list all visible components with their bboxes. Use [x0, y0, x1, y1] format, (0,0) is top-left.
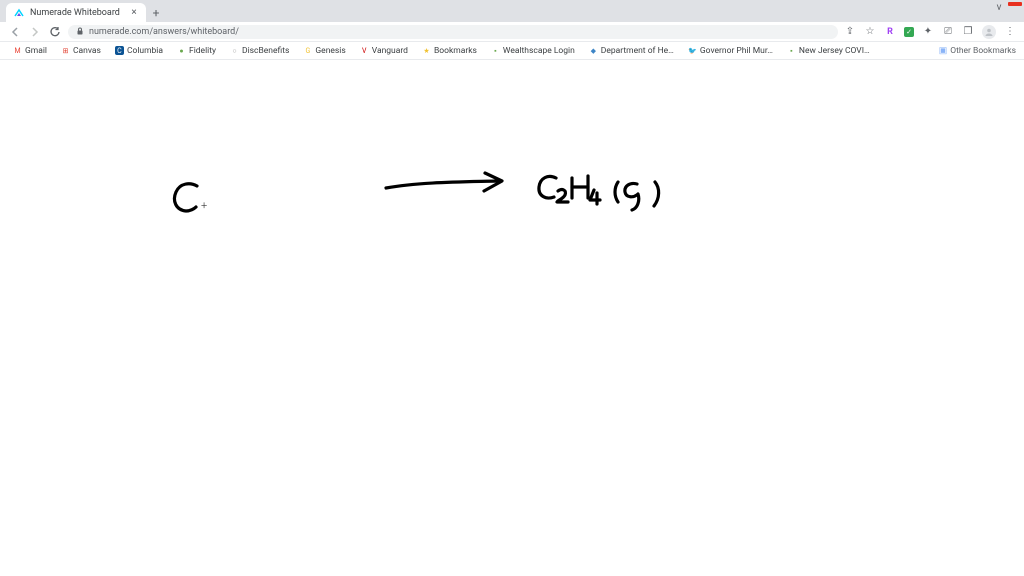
bookmark-dept-health[interactable]: ◆Department of He…	[584, 44, 679, 58]
star-icon[interactable]: ☆	[864, 26, 876, 38]
bookmark-label: Governor Phil Mur…	[700, 46, 773, 56]
bookmark-label: Bookmarks	[434, 46, 477, 56]
bookmark-fidelity[interactable]: ●Fidelity	[172, 44, 221, 58]
extension-green-icon[interactable]: ✓	[904, 27, 914, 37]
bookmark-label: Vanguard	[372, 46, 408, 56]
browser-tab-strip: Numerade Whiteboard × + v	[0, 0, 1024, 22]
menu-icon[interactable]: ⋮	[1004, 26, 1016, 38]
address-bar-row: numerade.com/answers/whiteboard/ ⇪ ☆ R ✓…	[0, 22, 1024, 42]
bookmark-columbia[interactable]: CColumbia	[110, 44, 168, 58]
window-controls: v	[990, 0, 1024, 14]
bookmark-label: Canvas	[73, 46, 101, 56]
handwriting-strokes	[0, 60, 1024, 576]
bookmark-label: Department of He…	[601, 46, 674, 56]
genesis-icon: G	[303, 46, 312, 55]
address-actions: ⇪ ☆ R ✓ ✦ ⎚ ❐ ⋮	[844, 25, 1016, 39]
discbenefits-icon: ○	[230, 46, 239, 55]
url-bar[interactable]: numerade.com/answers/whiteboard/	[68, 25, 838, 39]
bookmark-discbenefits[interactable]: ○DiscBenefits	[225, 44, 294, 58]
bookmark-nj-covid[interactable]: ▪New Jersey COVI…	[782, 44, 875, 58]
bookmark-wealthscape[interactable]: ▪Wealthscape Login	[486, 44, 580, 58]
extension-r-icon[interactable]: R	[884, 26, 896, 38]
extensions-puzzle-icon[interactable]: ✦	[922, 26, 934, 38]
gmail-icon: M	[13, 46, 22, 55]
back-button[interactable]	[8, 25, 22, 39]
bookmark-genesis[interactable]: GGenesis	[298, 44, 350, 58]
bookmark-label: Gmail	[25, 46, 47, 56]
fidelity-icon: ●	[177, 46, 186, 55]
nj-icon: ▪	[787, 46, 796, 55]
other-bookmarks[interactable]: ▣Other Bookmarks	[939, 46, 1016, 56]
folder-icon: ▣	[939, 46, 948, 56]
bookmark-label: Fidelity	[189, 46, 216, 56]
columbia-icon: C	[115, 46, 124, 55]
browser-tab[interactable]: Numerade Whiteboard ×	[6, 3, 146, 22]
whiteboard-canvas[interactable]: +	[0, 60, 1024, 576]
bookmark-label: Wealthscape Login	[503, 46, 575, 56]
share-icon[interactable]: ⇪	[844, 26, 856, 38]
tab-favicon-icon	[14, 8, 24, 18]
lock-icon	[76, 27, 84, 37]
bookmark-gmail[interactable]: MGmail	[8, 44, 52, 58]
window-minimize-icon[interactable]: v	[990, 0, 1008, 14]
cursor-crosshair-icon: +	[201, 199, 207, 212]
twitter-icon: 🐦	[688, 46, 697, 55]
wealthscape-icon: ▪	[491, 46, 500, 55]
health-icon: ◆	[589, 46, 598, 55]
url-text: numerade.com/answers/whiteboard/	[89, 27, 239, 37]
star-bookmark-icon: ★	[422, 46, 431, 55]
avatar[interactable]	[982, 25, 996, 39]
reload-button[interactable]	[48, 25, 62, 39]
new-tab-button[interactable]: +	[146, 3, 166, 22]
cast-icon[interactable]: ⎚	[942, 26, 954, 38]
bookmark-label: DiscBenefits	[242, 46, 289, 56]
bookmarks-bar: MGmail ⊞Canvas CColumbia ●Fidelity ○Disc…	[0, 42, 1024, 60]
bookmark-label: Columbia	[127, 46, 163, 56]
window-close-icon[interactable]	[1008, 2, 1022, 6]
canvas-icon: ⊞	[61, 46, 70, 55]
bookmark-governor[interactable]: 🐦Governor Phil Mur…	[683, 44, 778, 58]
close-icon[interactable]: ×	[130, 9, 138, 17]
other-bookmarks-label: Other Bookmarks	[950, 46, 1016, 56]
bookmark-vanguard[interactable]: VVanguard	[355, 44, 413, 58]
bookmark-canvas[interactable]: ⊞Canvas	[56, 44, 106, 58]
bookmark-label: New Jersey COVI…	[799, 46, 870, 56]
bookmark-bookmarks[interactable]: ★Bookmarks	[417, 44, 482, 58]
restore-window-icon[interactable]: ❐	[962, 26, 974, 38]
forward-button[interactable]	[28, 25, 42, 39]
vanguard-icon: V	[360, 46, 369, 55]
bookmark-label: Genesis	[315, 46, 345, 56]
tab-title: Numerade Whiteboard	[30, 8, 124, 18]
